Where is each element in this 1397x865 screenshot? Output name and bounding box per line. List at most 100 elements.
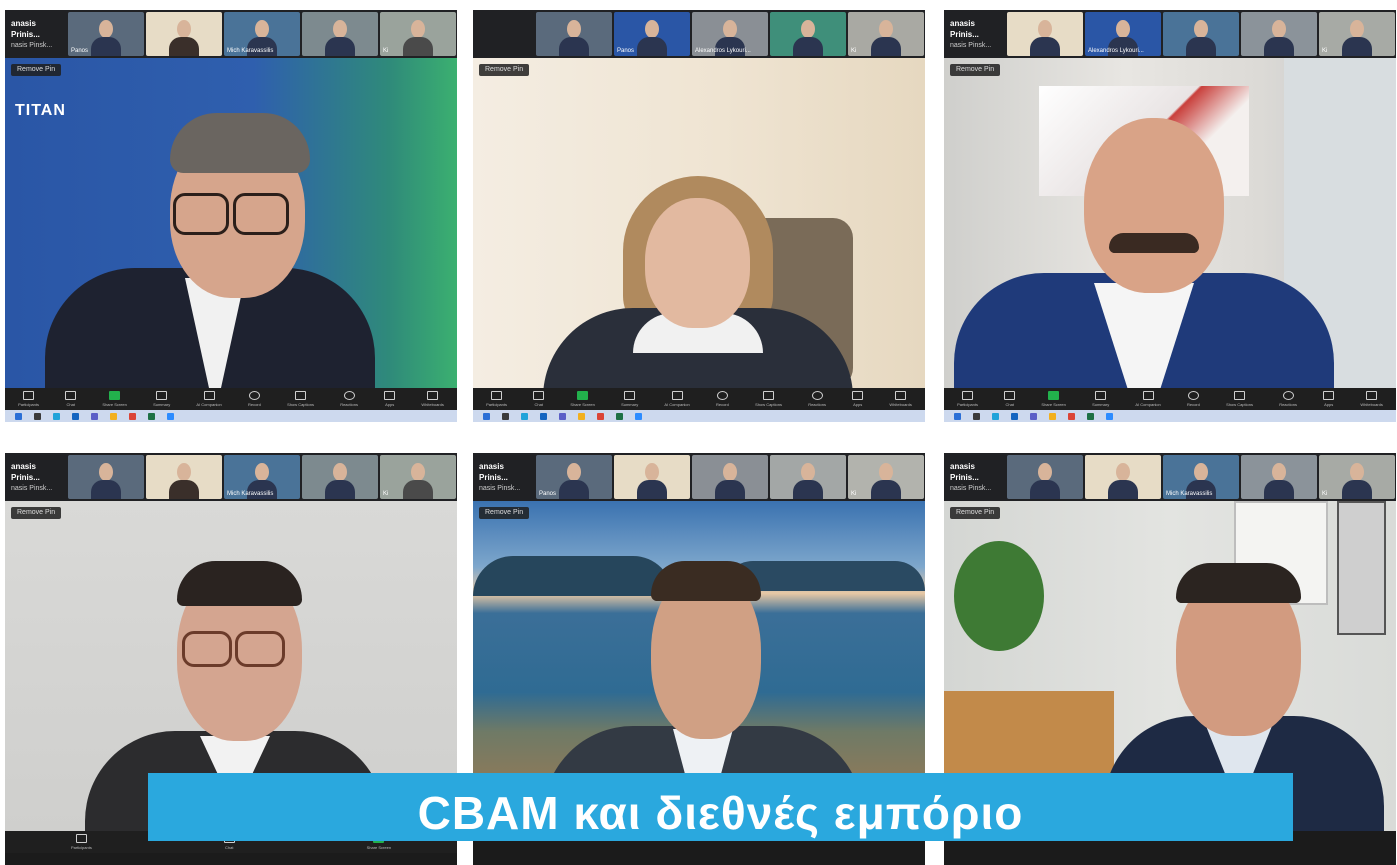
chrome-icon[interactable] [129, 412, 136, 420]
share-screen-button[interactable]: Share Screen [1041, 391, 1066, 407]
participant-thumb[interactable]: Mich Karavassilis [224, 12, 300, 56]
explorer-icon[interactable] [578, 412, 585, 420]
participant-thumb[interactable]: Ki [848, 455, 924, 499]
record-button[interactable]: Record [716, 391, 729, 407]
apps-button[interactable]: Apps [852, 391, 864, 407]
participants-button[interactable]: Participants [957, 391, 978, 407]
chat-button[interactable]: Chat [65, 391, 77, 407]
captions-button[interactable]: Show Captions [287, 391, 314, 407]
participant-thumb[interactable]: Panos [536, 455, 612, 499]
reactions-button[interactable]: Reactions [1279, 391, 1297, 407]
strip-sub: nasis Pinsk... [11, 42, 53, 49]
zoom-icon[interactable] [635, 412, 642, 420]
reactions-button[interactable]: Reactions [340, 391, 358, 407]
participant-thumb[interactable]: Ki [380, 12, 456, 56]
ai-companion-button[interactable]: AI Companion [1135, 391, 1161, 407]
participant-thumb[interactable]: Mich Karavassilis [1163, 455, 1239, 499]
record-button[interactable]: Record [1187, 391, 1200, 407]
remove-pin-button[interactable]: Remove Pin [950, 507, 1001, 519]
remove-pin-button[interactable]: Remove Pin [950, 64, 1001, 76]
participant-thumb[interactable] [536, 12, 612, 56]
participant-thumb[interactable]: Ki [848, 12, 924, 56]
record-button[interactable]: Record [248, 391, 261, 407]
captions-button[interactable]: Show Captions [755, 391, 782, 407]
reactions-button[interactable]: Reactions [808, 391, 826, 407]
participants-button[interactable]: Participants [18, 391, 39, 407]
participant-thumb[interactable]: Alexandros Lykouri... [1085, 12, 1161, 56]
chat-button[interactable]: Chat [1004, 391, 1016, 407]
participant-thumb[interactable]: Ki [380, 455, 456, 499]
edge-icon[interactable] [53, 412, 60, 420]
summary-button[interactable]: Summary [621, 391, 638, 407]
excel-icon[interactable] [1087, 412, 1094, 420]
edge-icon[interactable] [521, 412, 528, 420]
edge-icon[interactable] [992, 412, 999, 420]
participant-thumb[interactable] [1241, 455, 1317, 499]
zoom-icon[interactable] [1106, 412, 1113, 420]
whiteboards-button[interactable]: Whiteboards [889, 391, 912, 407]
participant-thumb[interactable] [1007, 455, 1083, 499]
windows-start-icon[interactable] [954, 412, 961, 420]
zoom-icon[interactable] [167, 412, 174, 420]
remove-pin-button[interactable]: Remove Pin [479, 507, 530, 519]
participant-thumb[interactable] [1085, 455, 1161, 499]
participant-thumb[interactable] [1241, 12, 1317, 56]
participants-button[interactable]: Participants [486, 391, 507, 407]
search-icon[interactable] [973, 412, 980, 420]
captions-button[interactable]: Show Captions [1226, 391, 1253, 407]
search-icon[interactable] [34, 412, 41, 420]
participant-thumb[interactable]: Alexandros Lykouri... [692, 12, 768, 56]
participant-thumb[interactable]: Mich Karavassilis [224, 455, 300, 499]
participant-thumb[interactable] [1007, 12, 1083, 56]
participant-thumb[interactable] [1163, 12, 1239, 56]
apps-button[interactable]: Apps [1323, 391, 1335, 407]
summary-button[interactable]: Summary [1092, 391, 1109, 407]
explorer-icon[interactable] [1049, 412, 1056, 420]
remove-pin-button[interactable]: Remove Pin [479, 64, 530, 76]
participant-thumb[interactable] [146, 455, 222, 499]
participant-thumb[interactable] [146, 12, 222, 56]
windows-start-icon[interactable] [15, 412, 22, 420]
teams-icon[interactable] [91, 412, 98, 420]
chat-button[interactable]: Chat [533, 391, 545, 407]
captions-icon [295, 391, 307, 400]
explorer-icon[interactable] [110, 412, 117, 420]
summary-button[interactable]: Summary [153, 391, 170, 407]
share-screen-button[interactable]: Share Screen [102, 391, 127, 407]
ai-companion-button[interactable]: AI Companion [664, 391, 690, 407]
outlook-icon[interactable] [1011, 412, 1018, 420]
participant-thumb[interactable] [68, 455, 144, 499]
apps-button[interactable]: Apps [384, 391, 396, 407]
ai-companion-button[interactable]: AI Companion [196, 391, 222, 407]
participant-thumb[interactable] [302, 12, 378, 56]
record-icon [248, 391, 260, 400]
whiteboards-button[interactable]: Whiteboards [421, 391, 444, 407]
outlook-icon[interactable] [540, 412, 547, 420]
excel-icon[interactable] [616, 412, 623, 420]
search-icon[interactable] [502, 412, 509, 420]
remove-pin-button[interactable]: Remove Pin [11, 64, 62, 76]
windows-start-icon[interactable] [483, 412, 490, 420]
participant-thumb[interactable] [770, 455, 846, 499]
video-panel-3: anasis Prinis... nasis Pinsk... Alexandr… [944, 10, 1396, 422]
participant-thumb[interactable]: Ki [1319, 455, 1395, 499]
participant-thumb[interactable] [302, 455, 378, 499]
outlook-icon[interactable] [72, 412, 79, 420]
participant-thumb[interactable] [692, 455, 768, 499]
excel-icon[interactable] [148, 412, 155, 420]
chrome-icon[interactable] [1068, 412, 1075, 420]
chrome-icon[interactable] [597, 412, 604, 420]
share-screen-button[interactable]: Share Screen [570, 391, 595, 407]
participants-icon [962, 391, 974, 400]
teams-icon[interactable] [559, 412, 566, 420]
participant-thumb[interactable]: Ki [1319, 12, 1395, 56]
remove-pin-button[interactable]: Remove Pin [11, 507, 62, 519]
whiteboards-button[interactable]: Whiteboards [1360, 391, 1383, 407]
chat-icon [65, 391, 77, 400]
participant-thumb[interactable] [614, 455, 690, 499]
participant-thumb[interactable]: Panos [614, 12, 690, 56]
participants-button[interactable]: Participants [71, 834, 92, 850]
participant-thumb[interactable]: Panos [68, 12, 144, 56]
participant-thumb[interactable] [770, 12, 846, 56]
teams-icon[interactable] [1030, 412, 1037, 420]
